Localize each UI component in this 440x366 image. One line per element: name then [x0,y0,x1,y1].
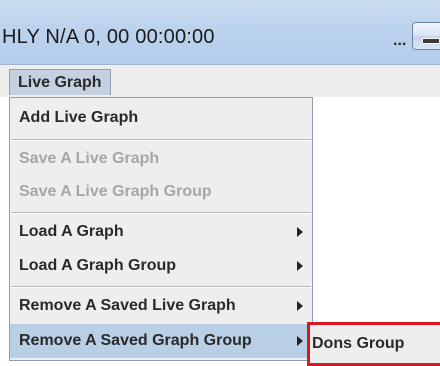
menu-item-label: Save A Live Graph [19,150,160,167]
menu-item-label: Remove A Saved Live Graph [19,297,236,314]
submenu-arrow-icon [297,336,303,346]
submenu-item-dons-group[interactable]: Dons Group [312,328,404,360]
window-title-bar: HLY N/A 0, 00 00:00:00 ... [0,0,440,65]
menu-bar: Live Graph [0,65,440,97]
menu-live-graph[interactable]: Live Graph [9,69,111,95]
app-screen: HLY N/A 0, 00 00:00:00 ... Live Graph Ad… [0,0,440,366]
menu-separator [11,139,311,141]
submenu-arrow-icon [297,227,303,237]
menu-item-load-graph-group[interactable]: Load A Graph Group [10,249,312,283]
menu-item-remove-saved-graph-group[interactable]: Remove A Saved Graph Group [10,324,312,358]
menu-item-label: Load A Graph [19,223,124,240]
remove-graph-group-submenu: Dons Group [307,322,440,366]
minimize-button[interactable] [412,22,440,50]
menu-separator [11,286,311,288]
minimize-icon [422,38,440,44]
submenu-arrow-icon [297,261,303,271]
menu-item-label: Save A Live Graph Group [19,183,212,200]
submenu-arrow-icon [297,301,303,311]
menu-item-add-live-graph[interactable]: Add Live Graph [10,101,312,135]
menu-item-remove-saved-live-graph[interactable]: Remove A Saved Live Graph [10,289,312,323]
submenu-item-label: Dons Group [312,335,405,352]
live-graph-dropdown-menu: Add Live Graph Save A Live Graph Save A … [9,97,313,361]
menu-separator [11,212,311,214]
menu-item-label: Remove A Saved Graph Group [19,332,252,349]
menu-item-label: Add Live Graph [19,109,139,126]
menu-item-label: Load A Graph Group [19,257,177,274]
title-overflow-indicator: ... [393,32,407,49]
menu-item-load-graph[interactable]: Load A Graph [10,215,312,249]
menu-item-save-live-graph-group: Save A Live Graph Group [10,175,312,209]
window-title: HLY N/A 0, 00 00:00:00 [2,26,215,48]
menu-item-save-live-graph: Save A Live Graph [10,142,312,176]
